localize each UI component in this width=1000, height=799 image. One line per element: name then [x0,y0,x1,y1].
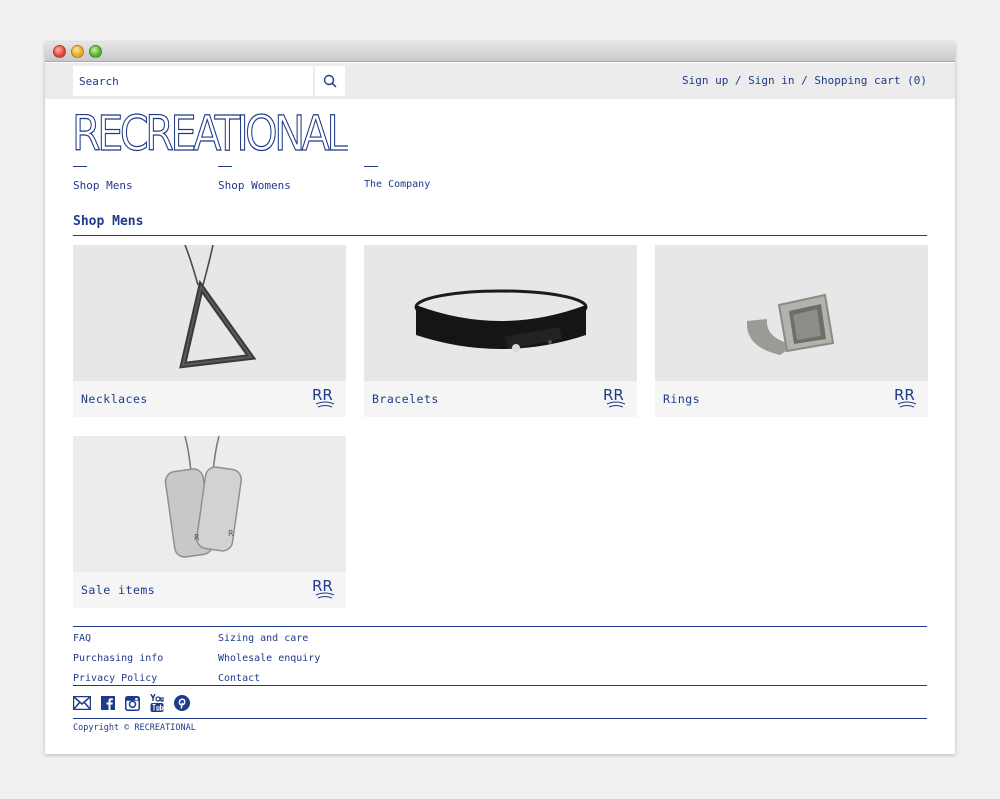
search-button[interactable] [315,66,345,96]
nav-divider [364,166,378,167]
footer-links-col-2: Sizing and care Wholesale enquiry Contac… [218,629,320,689]
footer-link-purchasing-info[interactable]: Purchasing info [73,649,163,669]
account-links-text[interactable]: Sign up / Sign in / Shopping cart (0) [682,74,927,87]
nav-divider [218,166,232,167]
search-input[interactable] [73,66,313,96]
rr-badge-icon: RR [312,577,335,599]
rr-badge-icon: RR [894,386,917,408]
minimize-window-button[interactable] [71,45,84,58]
category-card-rings[interactable]: Rings RR [655,245,928,417]
account-links[interactable]: Sign up / Sign in / Shopping cart (0) [682,74,927,87]
footer-link-privacy-policy[interactable]: Privacy Policy [73,669,163,689]
section-title: Shop Mens [73,214,144,229]
footer-link-sizing-and-care[interactable]: Sizing and care [218,629,320,649]
youtube-icon[interactable] [150,694,164,712]
nav-shop-womens[interactable]: Shop Womens [218,166,291,192]
brand-logo-text: RECREATIONAL [72,112,348,156]
category-label: Bracelets [372,392,439,406]
top-bar: Sign up / Sign in / Shopping cart (0) [45,63,955,99]
category-card-bracelets[interactable]: Bracelets RR [364,245,637,417]
leather-bracelet-image [364,245,637,381]
section-divider [73,235,927,236]
social-links [73,694,190,712]
pinterest-icon[interactable] [174,695,190,711]
footer-divider-top [73,626,927,627]
card-caption: Rings RR [655,381,928,417]
svg-text:RR: RR [312,577,333,595]
card-caption: Sale items RR [73,572,346,608]
search-icon [323,74,337,88]
svg-text:RR: RR [312,386,333,404]
footer-links-col-1: FAQ Purchasing info Privacy Policy [73,629,163,689]
instagram-icon[interactable] [125,695,140,711]
window-titlebar [45,42,955,62]
footer-divider-middle [73,685,927,686]
card-caption: Necklaces RR [73,381,346,417]
triangle-necklace-image [73,245,346,381]
browser-window: Sign up / Sign in / Shopping cart (0) RE… [45,42,955,754]
footer-divider-bottom [73,718,927,719]
zoom-window-button[interactable] [89,45,102,58]
facebook-icon[interactable] [101,696,115,710]
nav-divider [73,166,87,167]
footer-link-wholesale-enquiry[interactable]: Wholesale enquiry [218,649,320,669]
brand-logo[interactable]: RECREATIONAL [71,105,354,162]
nav-the-company-label[interactable]: The Company [364,179,430,190]
card-caption: Bracelets RR [364,381,637,417]
rr-badge-icon: RR [312,386,335,408]
category-label: Necklaces [81,392,148,406]
footer-link-faq[interactable]: FAQ [73,629,163,649]
svg-text:RR: RR [894,386,915,404]
signet-ring-image [655,245,928,381]
close-window-button[interactable] [53,45,66,58]
category-label: Sale items [81,583,156,597]
category-label: Rings [663,392,701,406]
category-card-sale-items[interactable]: R R Sale items RR [73,436,346,608]
rr-badge-icon: RR [603,386,626,408]
mail-icon[interactable] [73,696,91,710]
category-card-necklaces[interactable]: Necklaces RR [73,245,346,417]
svg-text:R: R [194,533,200,542]
dog-tags-image: R R [73,436,346,572]
nav-shop-mens[interactable]: Shop Mens [73,166,133,192]
svg-text:RR: RR [603,386,624,404]
nav-shop-mens-label[interactable]: Shop Mens [73,179,133,192]
nav-shop-womens-label[interactable]: Shop Womens [218,179,291,192]
copyright-text: Copyright © RECREATIONAL [73,723,196,733]
nav-the-company[interactable]: The Company [364,166,430,190]
svg-text:R: R [228,529,234,538]
footer-link-contact[interactable]: Contact [218,669,320,689]
